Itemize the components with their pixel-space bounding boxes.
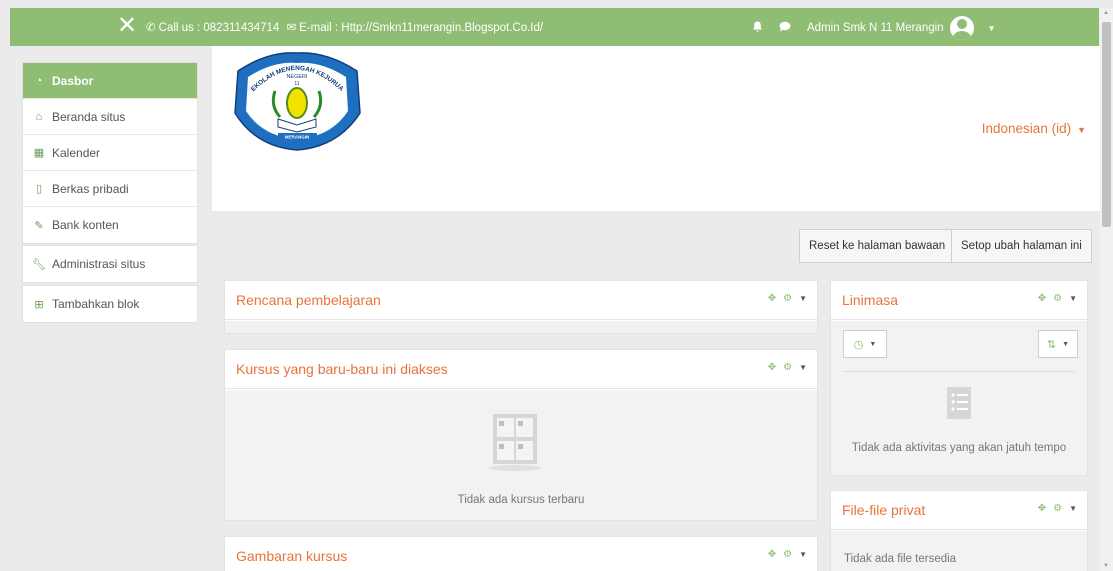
block-body: Tidak ada file tersedia — [831, 531, 1087, 571]
sidebar-item-administrasi-situs[interactable]: 🔧︎ Administrasi situs — [23, 246, 197, 282]
private-files-block: File-file privat ✥ ⚙ ▼ Tidak ada file ters… — [830, 490, 1088, 571]
block-body: Tidak ada kursus terbaru — [225, 390, 817, 520]
chevron-down-icon: ▼ — [1062, 340, 1070, 348]
svg-text:MERANGIN: MERANGIN — [285, 135, 310, 140]
gear-icon[interactable]: ⚙ — [783, 362, 792, 373]
block-controls: ✥ ⚙ ▼ — [768, 362, 807, 373]
block-controls: ✥ ⚙ ▼ — [1038, 503, 1077, 514]
timeline-sort-button[interactable]: ⇅ ▼ — [1038, 330, 1078, 358]
chevron-down-icon[interactable]: ▼ — [799, 294, 807, 304]
dashboard-icon: ◔ — [35, 74, 43, 87]
block-body — [225, 321, 817, 333]
courses-placeholder-icon — [489, 414, 541, 471]
calendar-icon: ▦ — [33, 147, 45, 159]
sidebar-item-beranda-situs[interactable]: ⌂ Beranda situs — [23, 99, 197, 135]
top-navbar: ✕ ✆ Call us : 082311434714 ✉ E-mail : Http… — [10, 8, 1099, 46]
home-icon: ⌂ — [35, 110, 43, 123]
chevron-down-icon[interactable]: ▼ — [799, 550, 807, 560]
scroll-up-icon[interactable]: ▲ — [1103, 10, 1109, 16]
sidebar-add-block: ⊞ Tambahkan blok — [22, 285, 198, 323]
move-icon[interactable]: ✥ — [768, 362, 776, 373]
chat-icon[interactable] — [779, 21, 791, 35]
chevron-down-icon[interactable]: ▼ — [1069, 504, 1077, 514]
sidebar-item-label: Bank konten — [52, 218, 119, 232]
sidebar-item-kalender[interactable]: ▦ Kalender — [23, 135, 197, 171]
empty-message: Tidak ada file tersedia — [844, 553, 957, 565]
block-body: ◷ ▼ ⇅ ▼ Tidak ada aktivitas yang akan jatu… — [831, 321, 1087, 475]
user-name[interactable]: Admin Smk N 11 Merangin — [807, 22, 944, 34]
language-label: Indonesian (id) — [981, 121, 1072, 136]
timeline-filter-button[interactable]: ◷ ▼ — [843, 330, 887, 358]
page-scrollbar[interactable]: ▲ ▼ — [1100, 8, 1113, 571]
move-icon[interactable]: ✥ — [768, 293, 776, 304]
sidebar-nav: ◔ Dasbor ⌂ Beranda situs ▦ Kalender ▯ Be… — [22, 62, 198, 244]
sidebar-item-berkas-pribadi[interactable]: ▯ Berkas pribadi — [23, 171, 197, 207]
user-menu-area: Admin Smk N 11 Merangin ▼ — [752, 16, 996, 40]
block-controls: ✥ ⚙ ▼ — [768, 293, 807, 304]
scroll-down-icon[interactable]: ▼ — [1103, 563, 1109, 569]
phone-icon: ✆ — [146, 22, 156, 34]
block-controls: ✥ ⚙ ▼ — [768, 549, 807, 560]
add-block-link[interactable]: ⊞ Tambahkan blok — [23, 286, 197, 322]
empty-message: Tidak ada aktivitas yang akan jatuh temp… — [851, 442, 1067, 454]
block-title: File-file privat — [842, 502, 926, 518]
recent-courses-block: Kursus yang baru-baru ini diakses ✥ ⚙ ▼ Ti… — [224, 349, 818, 521]
move-icon[interactable]: ✥ — [768, 549, 776, 560]
block-title: Rencana pembelajaran — [236, 292, 381, 308]
svg-text:11: 11 — [294, 81, 299, 87]
school-logo: SEKOLAH MENENGAH KEJURUAN NEGERI 11 MERA… — [228, 51, 361, 151]
avatar[interactable] — [949, 16, 974, 40]
scrollbar-thumb[interactable] — [1102, 22, 1111, 227]
call-us-text: Call us : 082311434714 — [158, 22, 280, 34]
chevron-down-icon: ▼ — [869, 340, 877, 348]
chevron-down-icon: ▼ — [1077, 125, 1086, 135]
empty-list-icon — [947, 387, 971, 419]
block-controls: ✥ ⚙ ▼ — [1038, 293, 1077, 304]
chevron-down-icon[interactable]: ▼ — [799, 363, 807, 373]
file-icon: ▯ — [35, 183, 43, 195]
gear-icon[interactable]: ⚙ — [1053, 503, 1062, 514]
plus-square-icon: ⊞ — [34, 298, 44, 311]
pencil-icon: ✎ — [34, 219, 44, 232]
svg-text:NEGERI: NEGERI — [286, 74, 308, 80]
close-drawer-icon[interactable]: ✕ — [117, 13, 137, 39]
envelope-icon: ✉ — [286, 22, 297, 34]
gear-icon[interactable]: ⚙ — [783, 549, 792, 560]
sort-icon: ⇅ — [1046, 338, 1057, 351]
stop-customize-button[interactable]: Setop ubah halaman ini — [951, 229, 1092, 263]
empty-message: Tidak ada kursus terbaru — [457, 494, 585, 506]
move-icon[interactable]: ✥ — [1038, 293, 1046, 304]
sidebar-item-label: Berkas pribadi — [52, 181, 129, 196]
reset-page-button[interactable]: Reset ke halaman bawaan — [799, 229, 956, 263]
sidebar-item-dasbor[interactable]: ◔ Dasbor — [23, 63, 197, 99]
sidebar-item-label: Dasbor — [52, 73, 94, 88]
learning-plans-block: Rencana pembelajaran ✥ ⚙ ▼ — [224, 280, 818, 334]
add-block-label: Tambahkan blok — [52, 297, 140, 311]
divider — [843, 371, 1075, 372]
gear-icon[interactable]: ⚙ — [1053, 293, 1062, 304]
move-icon[interactable]: ✥ — [1038, 503, 1046, 514]
language-menu[interactable]: Indonesian (id) ▼ — [982, 121, 1086, 136]
clock-icon: ◷ — [853, 338, 864, 351]
wrench-icon: 🔧︎ — [32, 258, 46, 271]
sidebar-item-label: Beranda situs — [52, 109, 126, 124]
block-title: Kursus yang baru-baru ini diakses — [236, 361, 448, 377]
timeline-block: Linimasa ✥ ⚙ ▼ ◷ ▼ ⇅ ▼ Tidak ada aktivitas y… — [830, 280, 1088, 476]
sidebar-item-bank-konten[interactable]: ✎ Bank konten — [23, 207, 197, 243]
bell-icon[interactable] — [752, 21, 763, 36]
block-title: Gambaran kursus — [236, 548, 348, 564]
user-menu-chevron-down-icon[interactable]: ▼ — [988, 24, 996, 33]
sidebar-item-label: Administrasi situs — [52, 257, 146, 271]
chevron-down-icon[interactable]: ▼ — [1069, 294, 1077, 304]
course-overview-block: Gambaran kursus ✥ ⚙ ▼ — [224, 536, 818, 571]
contact-info: ✆ Call us : 082311434714 ✉ E-mail : Http:/… — [146, 20, 543, 34]
block-title: Linimasa — [842, 292, 899, 308]
sidebar-admin: 🔧︎ Administrasi situs — [22, 245, 198, 283]
gear-icon[interactable]: ⚙ — [783, 293, 792, 304]
email-text: E-mail : Http://Smkn11merangin.Blogspot.… — [299, 22, 544, 34]
page-header: SEKOLAH MENENGAH KEJURUAN NEGERI 11 MERA… — [212, 46, 1100, 211]
sidebar-item-label: Kalender — [52, 145, 101, 160]
